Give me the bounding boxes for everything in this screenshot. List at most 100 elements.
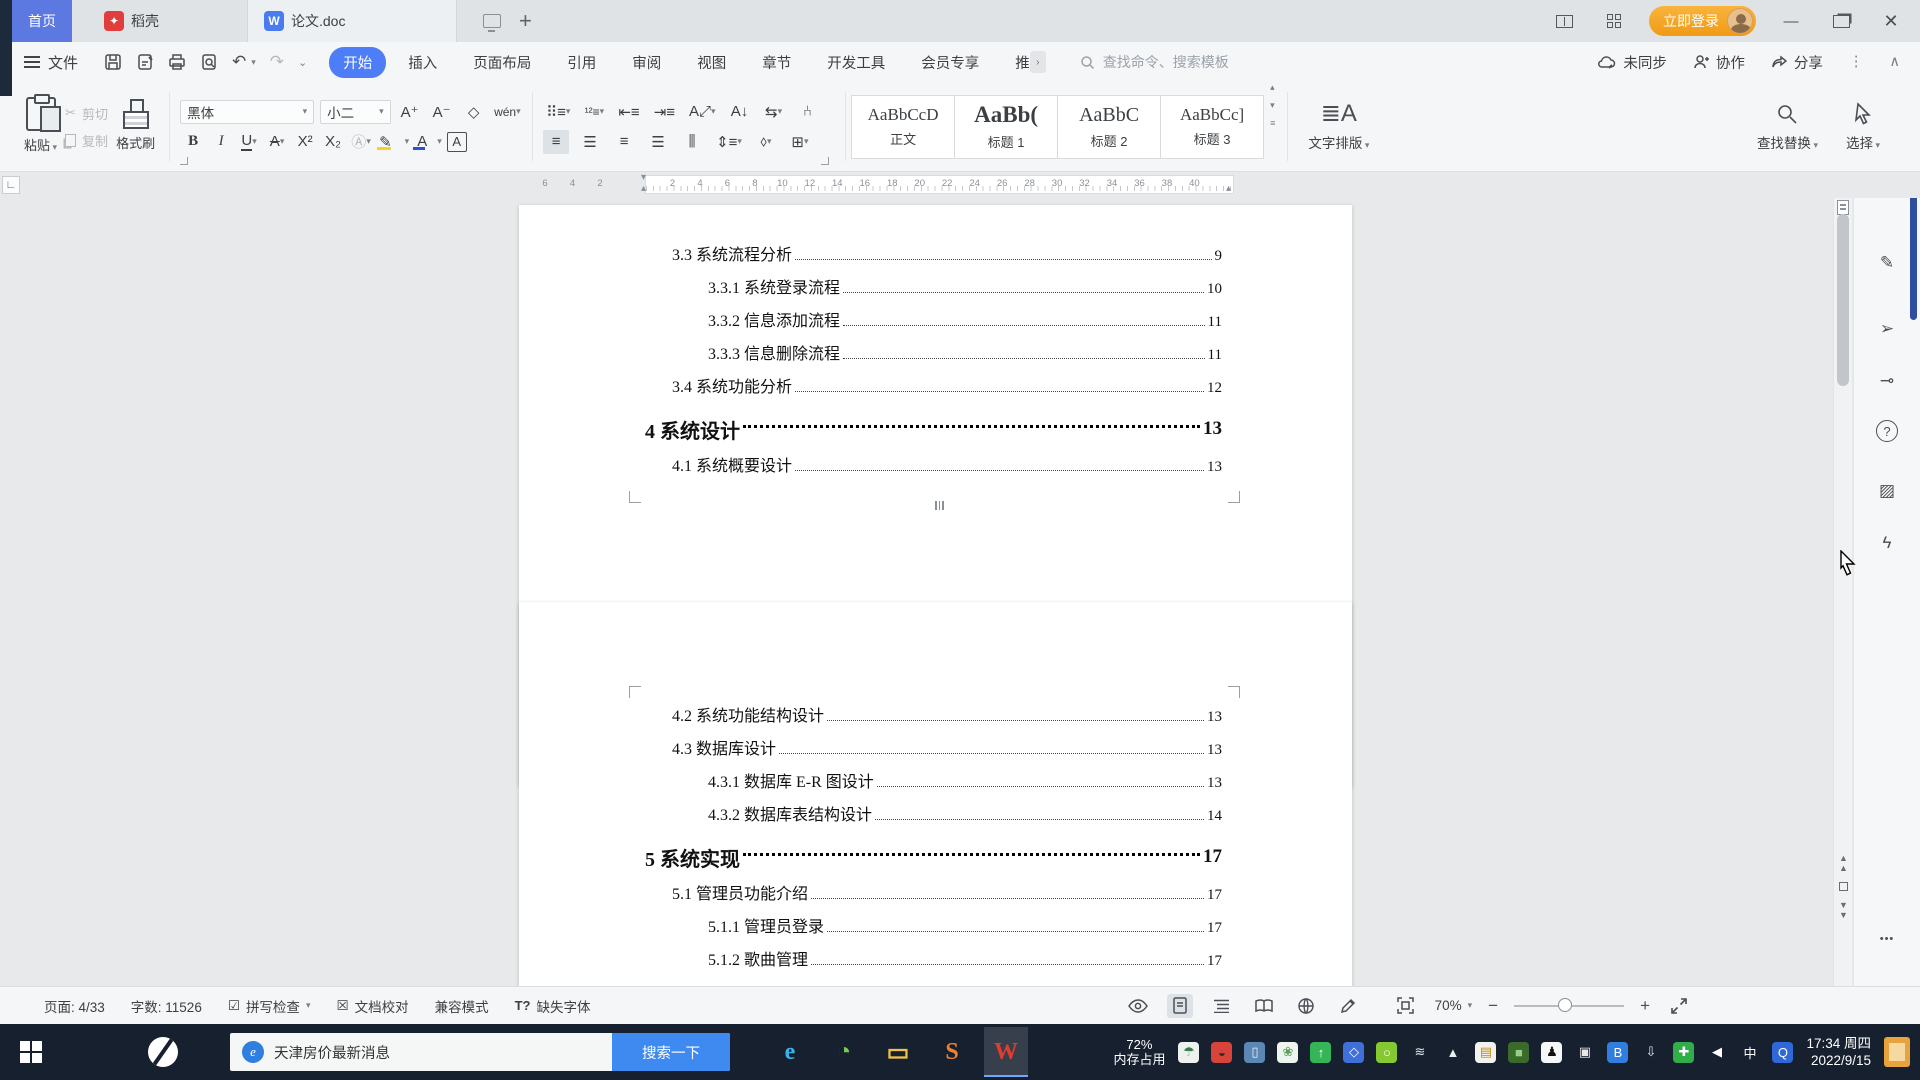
char-spacing-button[interactable]: ⑃ xyxy=(795,100,821,124)
borders-button[interactable]: ⊞ ▾ xyxy=(787,130,813,154)
toc-entry[interactable]: 5.1.2 歌曲管理 17 xyxy=(519,946,1352,979)
taskbar-app-browser-360[interactable]: ◔ xyxy=(822,1027,866,1077)
document-page-2[interactable]: 4.2 系统功能结构设计 13 4.3 数据库设计 13 4.3.1 数据库 E-R 图… xyxy=(519,602,1352,986)
style-scroll-down-icon[interactable]: ▾ xyxy=(1270,100,1275,111)
taskbar-search-text[interactable]: 天津房价最新消息 xyxy=(274,1042,612,1063)
superscript-button[interactable]: X² xyxy=(292,130,318,154)
word-count[interactable]: 字数: 11526 xyxy=(131,996,202,1016)
find-replace-button[interactable]: 查找替换 ▾ xyxy=(1743,82,1832,171)
cut-button[interactable]: ✂ 剪切 xyxy=(65,104,108,123)
quick-action-icon[interactable]: ϟ xyxy=(1872,528,1902,558)
customize-quickbar-icon[interactable]: ⌄ xyxy=(298,56,307,69)
toc-entry[interactable]: 4.3.2 数据库表结构设计 14 xyxy=(519,801,1352,834)
share-button[interactable]: 分享 xyxy=(1771,52,1823,73)
right-indent-marker[interactable]: ▴ xyxy=(1226,184,1231,194)
toc-entry[interactable]: 4.3.1 数据库 E-R 图设计 13 xyxy=(519,768,1352,801)
tray-icon-shield-blue[interactable]: ◇ xyxy=(1343,1041,1365,1063)
format-painter-button[interactable]: 格式刷 xyxy=(108,82,163,171)
tray-icon-usb-manager[interactable]: ▯ xyxy=(1244,1041,1266,1063)
tab-docer[interactable]: ✦ 稻壳 xyxy=(88,0,175,42)
workspace-grid-icon[interactable] xyxy=(1599,8,1629,34)
proofread-button[interactable]: ☒ 文档校对 xyxy=(336,996,408,1016)
new-tab-button[interactable]: + xyxy=(519,8,532,34)
font-size-select[interactable]: 小二 ▾ xyxy=(320,99,391,124)
menu-tab-8[interactable]: 会员专享 xyxy=(907,47,993,78)
page-indicator[interactable]: 页面: 4/33 xyxy=(44,996,105,1016)
print-icon[interactable] xyxy=(168,53,186,71)
align-right-button[interactable]: ≡ xyxy=(611,130,637,154)
tray-icon-shield-up-green[interactable]: ↑ xyxy=(1310,1041,1332,1063)
menu-tab-4[interactable]: 审阅 xyxy=(618,47,675,78)
select-cursor-icon[interactable]: ➢ xyxy=(1872,314,1902,344)
start-button[interactable] xyxy=(0,1024,62,1080)
text-layout-button[interactable]: ≣A 文字排版 ▾ xyxy=(1294,82,1383,171)
menu-tab-7[interactable]: 开发工具 xyxy=(813,47,899,78)
web-layout-icon[interactable] xyxy=(1293,994,1319,1018)
image-note-icon[interactable]: ▨ xyxy=(1872,476,1902,506)
tray-icon-volume[interactable]: ◀ xyxy=(1706,1042,1727,1063)
menu-tab-5[interactable]: 视图 xyxy=(683,47,740,78)
toc-entry[interactable]: 3.3.1 系统登录流程 10 xyxy=(519,274,1352,307)
char-border-button[interactable]: A xyxy=(446,131,467,152)
increase-indent-button[interactable]: ⇥≡ xyxy=(651,100,678,124)
collapse-ribbon-icon[interactable]: ∧ xyxy=(1889,54,1900,70)
taskbar-app-sogou-input[interactable]: S xyxy=(930,1027,974,1077)
increase-font-icon[interactable]: A⁺ xyxy=(397,100,423,124)
menu-tab-0[interactable]: 开始 xyxy=(329,46,387,78)
tab-document[interactable]: W 论文.doc xyxy=(247,0,457,42)
tray-icon-app-dark-green[interactable]: ■ xyxy=(1508,1041,1530,1063)
redo-icon[interactable]: ↷ xyxy=(270,52,284,72)
clear-format-icon[interactable]: ◇ xyxy=(461,100,487,124)
select-button[interactable]: 选择 ▾ xyxy=(1832,82,1894,171)
char-effect-button[interactable]: Ⓐ ▾ xyxy=(348,130,374,154)
style-cell-3[interactable]: AaBbCc] 标题 3 xyxy=(1160,94,1265,159)
rail-scrollbar[interactable] xyxy=(1910,198,1917,320)
bold-button[interactable]: B xyxy=(180,130,206,154)
tray-icon-rocket[interactable]: ▲ xyxy=(1442,1042,1463,1063)
font-color-button[interactable]: A ▾ xyxy=(413,130,445,154)
italic-button[interactable]: I xyxy=(208,130,234,154)
taskbar-app-ie-browser[interactable]: e xyxy=(768,1027,812,1077)
zoom-in-button[interactable]: + xyxy=(1640,996,1650,1016)
tray-icon-screenshot[interactable]: ▣ xyxy=(1574,1042,1595,1063)
undo-icon[interactable]: ↶ xyxy=(232,52,246,72)
memory-usage[interactable]: 72% 内存占用 xyxy=(1113,1037,1165,1067)
tab-stop-selector[interactable]: ∟ xyxy=(2,176,20,194)
eyedropper-icon[interactable]: ⊸ xyxy=(1872,366,1902,396)
toc-entry[interactable]: 4.2 系统功能结构设计 13 xyxy=(519,702,1352,735)
more-dots-icon[interactable]: ••• xyxy=(1872,924,1902,954)
toc-entry[interactable]: 3.4 系统功能分析 12 xyxy=(519,373,1352,406)
file-menu[interactable]: 文件 xyxy=(24,52,78,73)
tray-icon-ime-chinese[interactable]: 中 xyxy=(1739,1042,1760,1063)
zoom-level[interactable]: 70% ▾ xyxy=(1435,998,1473,1013)
collaborate-button[interactable]: 协作 xyxy=(1693,52,1745,73)
zoom-out-button[interactable]: − xyxy=(1488,996,1498,1016)
style-cell-1[interactable]: AaBb(标题 1 xyxy=(954,94,1059,159)
login-button[interactable]: 立即登录 xyxy=(1649,6,1756,36)
menu-tab-9[interactable]: 推 xyxy=(1001,47,1030,78)
copy-button[interactable]: 复制 xyxy=(65,131,108,150)
toc-entry[interactable]: 4.3 数据库设计 13 xyxy=(519,735,1352,768)
clipboard-dialog-launcher[interactable] xyxy=(180,157,188,165)
browse-object-icon[interactable] xyxy=(1839,882,1848,891)
eye-protection-icon[interactable] xyxy=(1125,994,1151,1018)
taskbar-app-file-explorer[interactable]: ▭ xyxy=(876,1027,920,1077)
font-name-select[interactable]: 黑体 ▾ xyxy=(180,99,315,124)
tray-icon-bluetooth[interactable]: B xyxy=(1607,1041,1629,1063)
tray-icon-qq-penguin[interactable]: ♟ xyxy=(1541,1041,1563,1063)
paragraph-dialog-launcher[interactable] xyxy=(821,157,830,165)
tray-icon-sticky-notes[interactable]: ▤ xyxy=(1475,1041,1497,1063)
restore-button[interactable] xyxy=(1826,8,1856,34)
style-more-icon[interactable]: ≡ xyxy=(1270,118,1275,128)
first-line-indent-marker[interactable]: ▾ xyxy=(641,173,646,183)
style-scroll-up-icon[interactable]: ▴ xyxy=(1270,82,1275,93)
paste-button[interactable]: 粘贴 ▾ xyxy=(16,82,65,171)
menu-tab-1[interactable]: 插入 xyxy=(394,47,451,78)
tray-icon-circle-360[interactable]: ○ xyxy=(1376,1041,1398,1063)
ruler-toggle-icon[interactable] xyxy=(1837,200,1849,215)
split-view-icon[interactable] xyxy=(1549,8,1579,34)
next-page-icon[interactable]: ▼ ▼ xyxy=(1839,900,1848,920)
numbered-list-button[interactable]: ¹²≡ ▾ xyxy=(581,100,607,124)
toc-entry[interactable]: 5 系统实现 17 xyxy=(519,834,1352,880)
save-icon[interactable] xyxy=(104,53,122,71)
